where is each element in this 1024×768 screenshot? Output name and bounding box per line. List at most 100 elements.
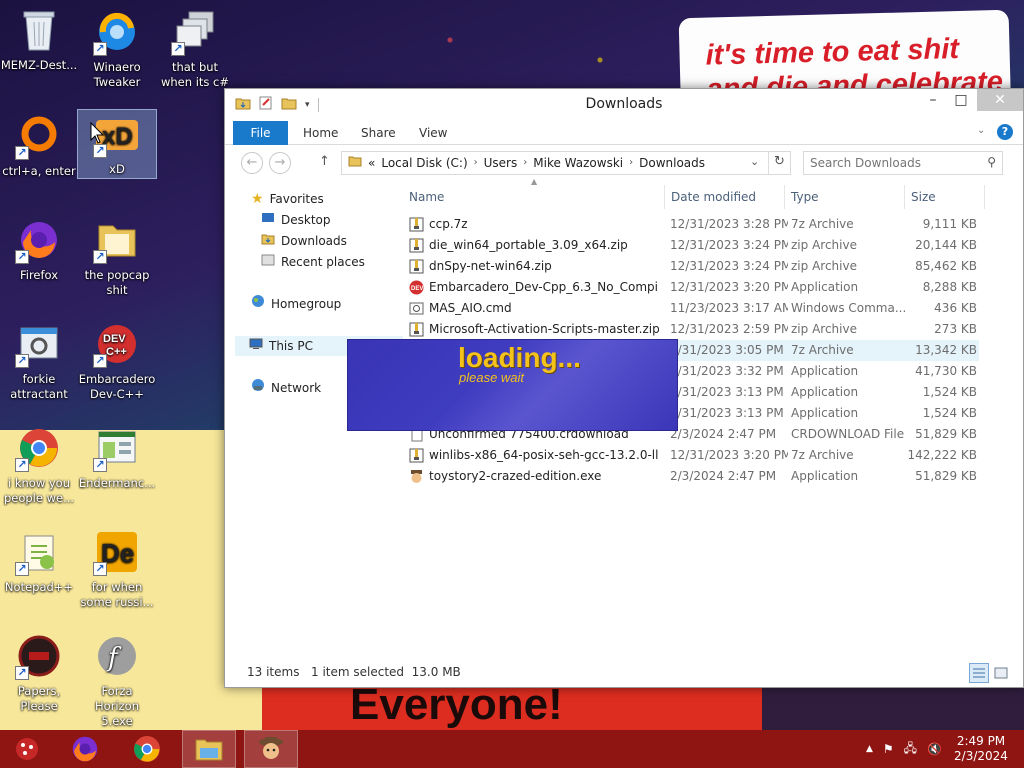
large-icons-view-button[interactable] <box>993 665 1009 684</box>
file-date: 2/31/2023 3:05 PM <box>670 343 784 357</box>
file-size: 51,829 KB <box>915 469 977 483</box>
chevron-right-icon[interactable]: › <box>629 157 633 168</box>
file-row[interactable]: MAS_AIO.cmd 11/23/2023 3:17 AM Windows Com… <box>403 298 979 319</box>
tab-file[interactable]: File <box>233 121 288 145</box>
start-button[interactable] <box>0 730 54 768</box>
desktop-icon-endermanch[interactable]: ↗ Endermanc... <box>78 424 156 491</box>
breadcrumb-local-disk[interactable]: Local Disk (C:) <box>381 156 467 170</box>
address-bar[interactable]: « Local Disk (C:) › Users › Mike Wazowsk… <box>341 151 791 175</box>
taskbar-chrome[interactable] <box>120 730 174 768</box>
close-button[interactable]: ✕ <box>977 89 1023 111</box>
svg-text:DEV: DEV <box>103 333 126 345</box>
file-row[interactable]: toystory2-crazed-edition.exe 2/3/2024 2:4… <box>403 466 979 487</box>
explorer-window[interactable]: ▾ Downloads – □ ✕ File Home Share View ⌄… <box>224 88 1024 688</box>
nav-network[interactable]: Network <box>251 378 321 398</box>
desktop-icon-papers-please[interactable]: ↗ Papers, Please <box>0 632 78 714</box>
devcpp-icon: DEV <box>409 280 424 295</box>
volume-muted-icon[interactable]: 🔇 <box>927 742 942 756</box>
desktop-icon-forza[interactable]: f Forza Horizon 5.exe <box>78 632 156 729</box>
nav-recent-places[interactable]: Recent places <box>261 252 365 272</box>
expand-ribbon-icon[interactable]: ⌄ <box>977 125 985 136</box>
window-title: Downloads <box>585 96 663 112</box>
breadcrumb-user[interactable]: Mike Wazowski <box>533 156 623 170</box>
search-input[interactable] <box>810 153 980 173</box>
chrome-icon: ↗ <box>15 424 63 472</box>
column-date-modified[interactable]: Date modified <box>665 185 785 209</box>
file-type: Application <box>791 364 859 378</box>
address-dropdown-icon[interactable]: ⌄ <box>750 155 759 168</box>
desktop-icon-label: xD <box>109 162 125 176</box>
clock[interactable]: 2:49 PM 2/3/2024 <box>952 734 1010 764</box>
file-type: Application <box>791 469 859 483</box>
devcpp-icon: DEV C++ ↗ <box>93 320 141 368</box>
desktop-icon-chrome[interactable]: ↗ i know you people we... <box>0 424 78 506</box>
loading-subtitle: please wait <box>459 370 525 385</box>
chevron-right-icon[interactable]: › <box>523 157 527 168</box>
shortcut-arrow-icon: ↗ <box>93 42 107 56</box>
breadcrumb-users[interactable]: Users <box>484 156 518 170</box>
taskbar-firefox[interactable] <box>58 730 112 768</box>
file-row[interactable]: dnSpy-net-win64.zip 12/31/2023 3:24 PM zip… <box>403 256 979 277</box>
help-icon[interactable]: ? <box>997 124 1013 140</box>
file-row[interactable]: winlibs-x86_64-posix-seh-gcc-13.2.0-llv.… <box>403 445 979 466</box>
file-row[interactable]: DEV Embarcadero_Dev-Cpp_6.3_No_Compiler..… <box>403 277 979 298</box>
desktop-icon-ctrl-a-enter[interactable]: ↗ ctrl+a, enter <box>0 112 78 179</box>
file-date: 2/3/2024 2:47 PM <box>670 469 777 483</box>
tab-view[interactable]: View <box>405 121 461 145</box>
desktop-icon-notepadpp[interactable]: ↗ Notepad++ <box>0 528 78 595</box>
chevron-right-icon[interactable]: › <box>474 157 478 168</box>
desktop-icon-winaero[interactable]: ↗ Winaero Tweaker <box>78 8 156 90</box>
downloads-folder-icon <box>261 231 275 251</box>
up-button[interactable]: ↑ <box>319 154 330 169</box>
wallpaper-banner: Everyone! <box>262 684 762 730</box>
file-type: zip Archive <box>791 238 857 252</box>
file-date: 11/23/2023 3:17 AM <box>670 301 788 315</box>
search-box[interactable]: ⚲ <box>803 151 1003 175</box>
nav-favorites[interactable]: ★ Favorites <box>251 189 324 209</box>
file-date: 12/31/2023 3:24 PM <box>670 238 788 252</box>
file-name-cell: DEV Embarcadero_Dev-Cpp_6.3_No_Compiler..… <box>409 277 659 298</box>
desktop-icon-memz[interactable]: MEMZ-Dest... <box>0 6 78 73</box>
taskbar-toystory[interactable] <box>244 730 298 768</box>
nav-homegroup[interactable]: Homegroup <box>251 294 341 314</box>
chrome-icon <box>134 736 160 762</box>
nav-downloads[interactable]: Downloads <box>261 231 347 251</box>
file-type: zip Archive <box>791 259 857 273</box>
action-center-flag-icon[interactable]: ⚑ <box>883 742 894 756</box>
taskbar-file-explorer[interactable] <box>182 730 236 768</box>
file-type: 7z Archive <box>791 343 854 357</box>
breadcrumb-overflow[interactable]: « <box>368 156 375 170</box>
show-hidden-icons-icon[interactable]: ▲ <box>866 744 873 754</box>
file-name: Microsoft-Activation-Scripts-master.zip <box>429 322 659 336</box>
maximize-button[interactable]: □ <box>947 89 975 111</box>
desktop-icon-popcap[interactable]: ↗ the popcap shit <box>78 216 156 298</box>
desktop-icon-forkie[interactable]: ↗ forkie attractant <box>0 320 78 402</box>
desktop-icon-firefox[interactable]: ↗ Firefox <box>0 216 78 283</box>
shortcut-arrow-icon: ↗ <box>93 250 107 264</box>
refresh-icon[interactable]: ↻ <box>774 154 785 169</box>
column-name[interactable]: Name <box>403 185 665 209</box>
back-button[interactable]: ← <box>241 152 263 174</box>
network-tray-icon[interactable]: 🖧 <box>904 739 917 760</box>
desktop-icon-xd[interactable]: xD ↗ xD <box>77 109 157 179</box>
tab-home[interactable]: Home <box>289 121 352 145</box>
file-name-cell: MAS_AIO.cmd <box>409 298 659 319</box>
title-bar[interactable]: ▾ Downloads – □ ✕ <box>225 89 1023 119</box>
breadcrumb-downloads[interactable]: Downloads <box>639 156 705 170</box>
desktop-icon-csharp[interactable]: ↗ that but when its c# <box>156 8 234 90</box>
file-explorer-icon <box>195 739 223 761</box>
tab-share[interactable]: Share <box>347 121 410 145</box>
nav-desktop[interactable]: Desktop <box>261 210 331 230</box>
file-row[interactable]: ccp.7z 12/31/2023 3:28 PM 7z Archive 9,111 … <box>403 214 979 235</box>
file-row[interactable]: Microsoft-Activation-Scripts-master.zip 1… <box>403 319 979 340</box>
folder-small-icon <box>348 155 362 170</box>
column-type[interactable]: Type <box>785 185 905 209</box>
desktop-icon-devcpp[interactable]: DEV C++ ↗ Embarcadero Dev-C++ <box>78 320 156 402</box>
minimize-button[interactable]: – <box>919 89 947 111</box>
search-icon[interactable]: ⚲ <box>987 155 996 169</box>
details-view-button[interactable] <box>969 663 989 683</box>
forward-button[interactable]: → <box>269 152 291 174</box>
column-size[interactable]: Size <box>905 185 985 209</box>
desktop-icon-russi[interactable]: De ↗ for when some russi... <box>78 528 156 610</box>
file-row[interactable]: die_win64_portable_3.09_x64.zip 12/31/202… <box>403 235 979 256</box>
